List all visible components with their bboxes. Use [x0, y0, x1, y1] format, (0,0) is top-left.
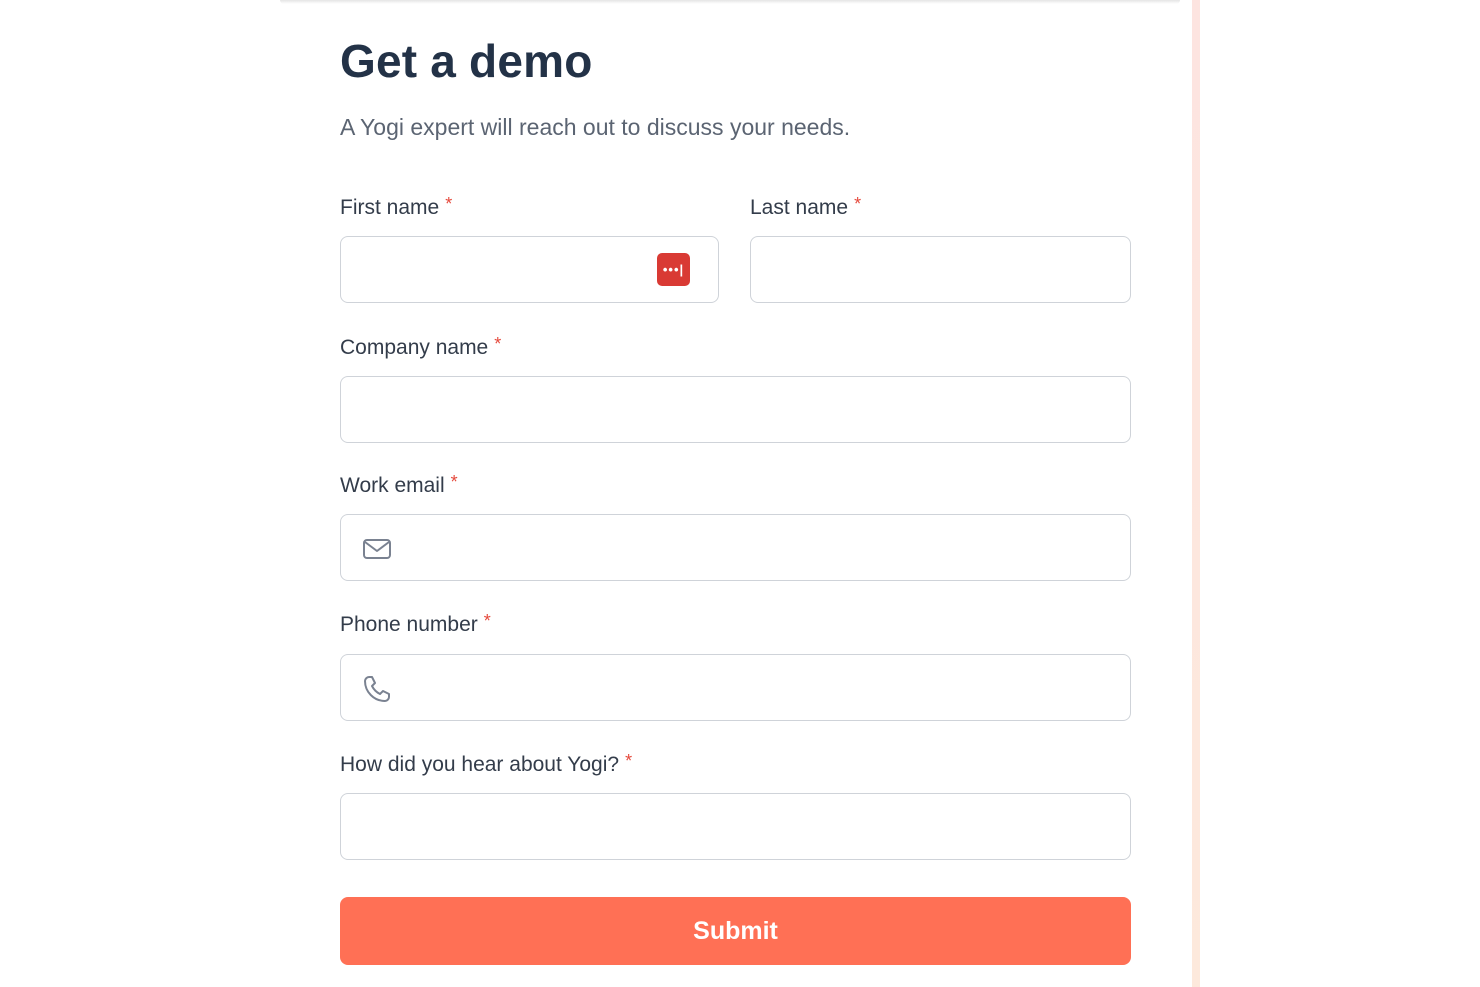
company-name-input[interactable] [340, 376, 1131, 443]
phone-number-label-text: Phone number [340, 613, 478, 636]
submit-button[interactable]: Submit [340, 897, 1131, 965]
phone-icon [364, 676, 390, 702]
required-marker: * [494, 334, 502, 354]
mail-icon [363, 539, 391, 559]
phone-number-label: Phone number * [340, 611, 491, 637]
card-top-shadow [280, 0, 1180, 4]
page-title: Get a demo [340, 35, 593, 87]
first-name-label: First name * [340, 194, 453, 220]
phone-number-input[interactable] [340, 654, 1131, 721]
last-name-input[interactable] [750, 236, 1131, 303]
work-email-input[interactable] [340, 514, 1131, 581]
required-marker: * [625, 751, 633, 771]
page-subtitle: A Yogi expert will reach out to discuss … [340, 114, 851, 140]
work-email-label-text: Work email [340, 474, 445, 497]
decorative-side-strip [1192, 0, 1200, 987]
required-marker: * [854, 194, 862, 214]
password-manager-icon[interactable]: •••| [657, 253, 690, 286]
first-name-label-text: First name [340, 196, 440, 219]
company-name-label-text: Company name [340, 336, 489, 359]
referral-source-label-text: How did you hear about Yogi? [340, 753, 620, 776]
last-name-label: Last name * [750, 194, 862, 220]
required-marker: * [445, 194, 453, 214]
first-name-input[interactable]: •••| [340, 236, 719, 303]
referral-source-input[interactable] [340, 793, 1131, 860]
required-marker: * [483, 611, 491, 631]
referral-source-label: How did you hear about Yogi? * [340, 751, 633, 777]
work-email-label: Work email * [340, 472, 458, 498]
required-marker: * [450, 472, 458, 492]
company-name-label: Company name * [340, 334, 502, 360]
last-name-label-text: Last name [750, 196, 849, 219]
page: Get a demo A Yogi expert will reach out … [0, 0, 1480, 987]
